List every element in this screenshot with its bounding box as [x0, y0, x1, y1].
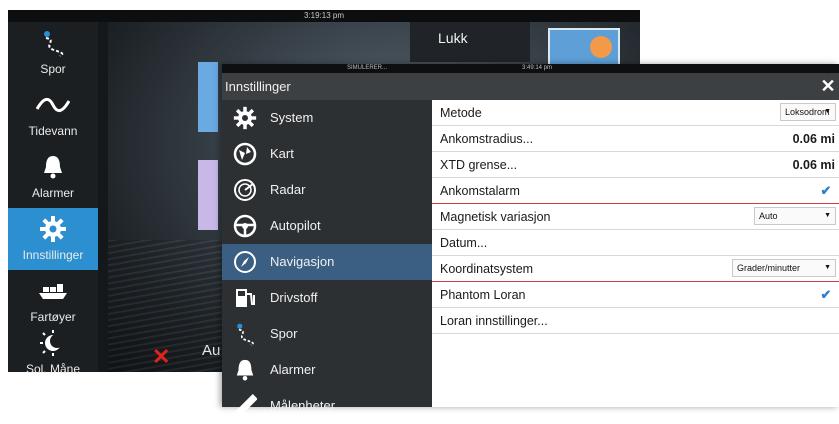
nav-item-alarmer[interactable]: Alarmer: [222, 352, 432, 388]
nav-item-label: Navigasjon: [270, 254, 335, 269]
sidebar-item-alarmer[interactable]: Alarmer: [8, 146, 98, 208]
setting-row-ankomstalarm[interactable]: Ankomstalarm ✔: [432, 178, 839, 204]
sidebar-item-innstillinger[interactable]: Innstillinger: [8, 208, 98, 270]
background-status-bar: 3:19:13 pm: [8, 10, 640, 22]
nav-item-radar[interactable]: Radar: [222, 172, 432, 208]
setting-row-loran-innstillinger[interactable]: Loran innstillinger...: [432, 308, 839, 334]
setting-label: Datum...: [440, 236, 488, 250]
nav-item-label: Kart: [270, 146, 294, 161]
sidebar-item-label: Alarmer: [31, 186, 74, 200]
setting-label: Magnetisk variasjon: [440, 210, 551, 224]
compass-icon: [232, 249, 258, 275]
dialog-title: Innstillinger: [225, 79, 291, 94]
sidebar-item-label: Spor: [40, 62, 66, 76]
nav-item-malenheter[interactable]: Målenheter: [222, 388, 432, 424]
nav-item-label: Drivstoff: [270, 290, 318, 305]
setting-label: Phantom Loran: [440, 288, 526, 302]
chevron-down-icon: ▼: [824, 212, 831, 219]
nav-item-spor[interactable]: Spor: [222, 316, 432, 352]
nav-item-label: Målenheter: [270, 398, 336, 413]
left-sidebar: Spor Tidevann Alarmer Innstillinger Fart…: [8, 22, 98, 376]
phantom-loran-checkbox[interactable]: ✔: [819, 288, 833, 302]
background-close-button[interactable]: Lukk: [410, 22, 530, 62]
clock-label: 3:49:14 pm: [522, 65, 553, 71]
background-partial-label: Au: [202, 342, 221, 359]
setting-row-metode[interactable]: Metode Loksodrom ▼: [432, 100, 839, 126]
nav-item-autopilot[interactable]: Autopilot: [222, 208, 432, 244]
radar-icon: [232, 177, 258, 203]
settings-panel: Metode Loksodrom ▼ Ankomstradius... 0.06…: [432, 100, 839, 407]
sidebar-item-tidevann[interactable]: Tidevann: [8, 84, 98, 146]
magnetic-variation-dropdown[interactable]: Auto ▼: [754, 207, 836, 225]
background-app-tile[interactable]: [548, 28, 620, 68]
settings-nav-list: System Kart Radar Autopilot Navigasjon D…: [222, 100, 432, 418]
setting-label: XTD grense...: [440, 158, 518, 172]
ankomstalarm-checkbox[interactable]: ✔: [819, 184, 833, 198]
simulating-label: SIMULERER...: [347, 65, 388, 71]
gear-icon: [232, 105, 258, 131]
close-icon: ✕: [820, 76, 836, 96]
nav-item-label: Spor: [270, 326, 298, 341]
wave-icon: [8, 90, 98, 120]
setting-label: Ankomstradius...: [440, 132, 534, 146]
chevron-down-icon: ▼: [824, 264, 831, 271]
nav-item-label: System: [270, 110, 314, 125]
dialog-title-bar: Innstillinger ✕: [222, 73, 839, 100]
track-icon: [232, 321, 258, 347]
nav-item-label: Alarmer: [270, 362, 316, 377]
setting-label: Metode: [440, 106, 482, 120]
sidebar-item-label: Sol, Måne: [25, 362, 81, 376]
nav-item-drivstoff[interactable]: Drivstoff: [222, 280, 432, 316]
sidebar-item-label: Innstillinger: [22, 248, 84, 262]
bell-icon: [232, 357, 258, 383]
status-bar: SIMULERER... 3:49:14 pm: [222, 64, 839, 73]
setting-label: Ankomstalarm: [440, 184, 520, 198]
vessels-icon: [8, 276, 98, 306]
setting-row-magnetisk-variasjon[interactable]: Magnetisk variasjon Auto ▼: [432, 204, 839, 230]
background-tile: [198, 62, 218, 132]
dropdown-value: Loksodrom: [785, 107, 830, 117]
coordinate-system-dropdown[interactable]: Grader/minutter ▼: [732, 259, 836, 277]
dropdown-value: Auto: [759, 211, 778, 221]
bell-icon: [8, 152, 98, 182]
dropdown-value: Grader/minutter: [737, 263, 801, 273]
gear-icon: [8, 214, 98, 244]
method-dropdown[interactable]: Loksodrom ▼: [780, 103, 836, 121]
sidebar-item-spor[interactable]: Spor: [8, 22, 98, 84]
setting-label: Loran innstillinger...: [440, 314, 548, 328]
steering-wheel-icon: [232, 213, 258, 239]
ruler-icon: [232, 393, 258, 419]
app-tile-icon: [590, 36, 612, 58]
nav-item-system[interactable]: System: [222, 100, 432, 136]
setting-row-datum[interactable]: Datum...: [432, 230, 839, 256]
nav-item-label: Autopilot: [270, 218, 321, 233]
nav-item-kart[interactable]: Kart: [222, 136, 432, 172]
chart-icon: [232, 141, 258, 167]
nav-item-label: Radar: [270, 182, 306, 197]
fuel-pump-icon: [232, 285, 258, 311]
sidebar-item-sol-mane[interactable]: Sol, Måne: [8, 322, 98, 384]
setting-row-ankomstradius[interactable]: Ankomstradius... 0.06 mi: [432, 126, 839, 152]
setting-label: Koordinatsystem: [440, 262, 534, 276]
track-icon: [8, 28, 98, 58]
background-tile: [198, 160, 218, 230]
sun-moon-icon: [8, 328, 98, 358]
setting-row-phantom-loran[interactable]: Phantom Loran ✔: [432, 282, 839, 308]
settings-dialog: SIMULERER... 3:49:14 pm Innstillinger ✕ …: [222, 64, 839, 418]
setting-row-koordinatsystem[interactable]: Koordinatsystem Grader/minutter ▼: [432, 256, 839, 282]
alarm-x-icon: ✕: [152, 344, 171, 369]
setting-row-xtd-grense[interactable]: XTD grense... 0.06 mi: [432, 152, 839, 178]
sidebar-item-label: Tidevann: [28, 124, 78, 138]
setting-value: 0.06 mi: [792, 158, 835, 172]
setting-value: 0.06 mi: [792, 132, 835, 146]
nav-item-navigasjon[interactable]: Navigasjon: [222, 244, 432, 280]
close-button[interactable]: ✕: [817, 75, 839, 97]
chevron-down-icon: ▼: [824, 108, 831, 115]
